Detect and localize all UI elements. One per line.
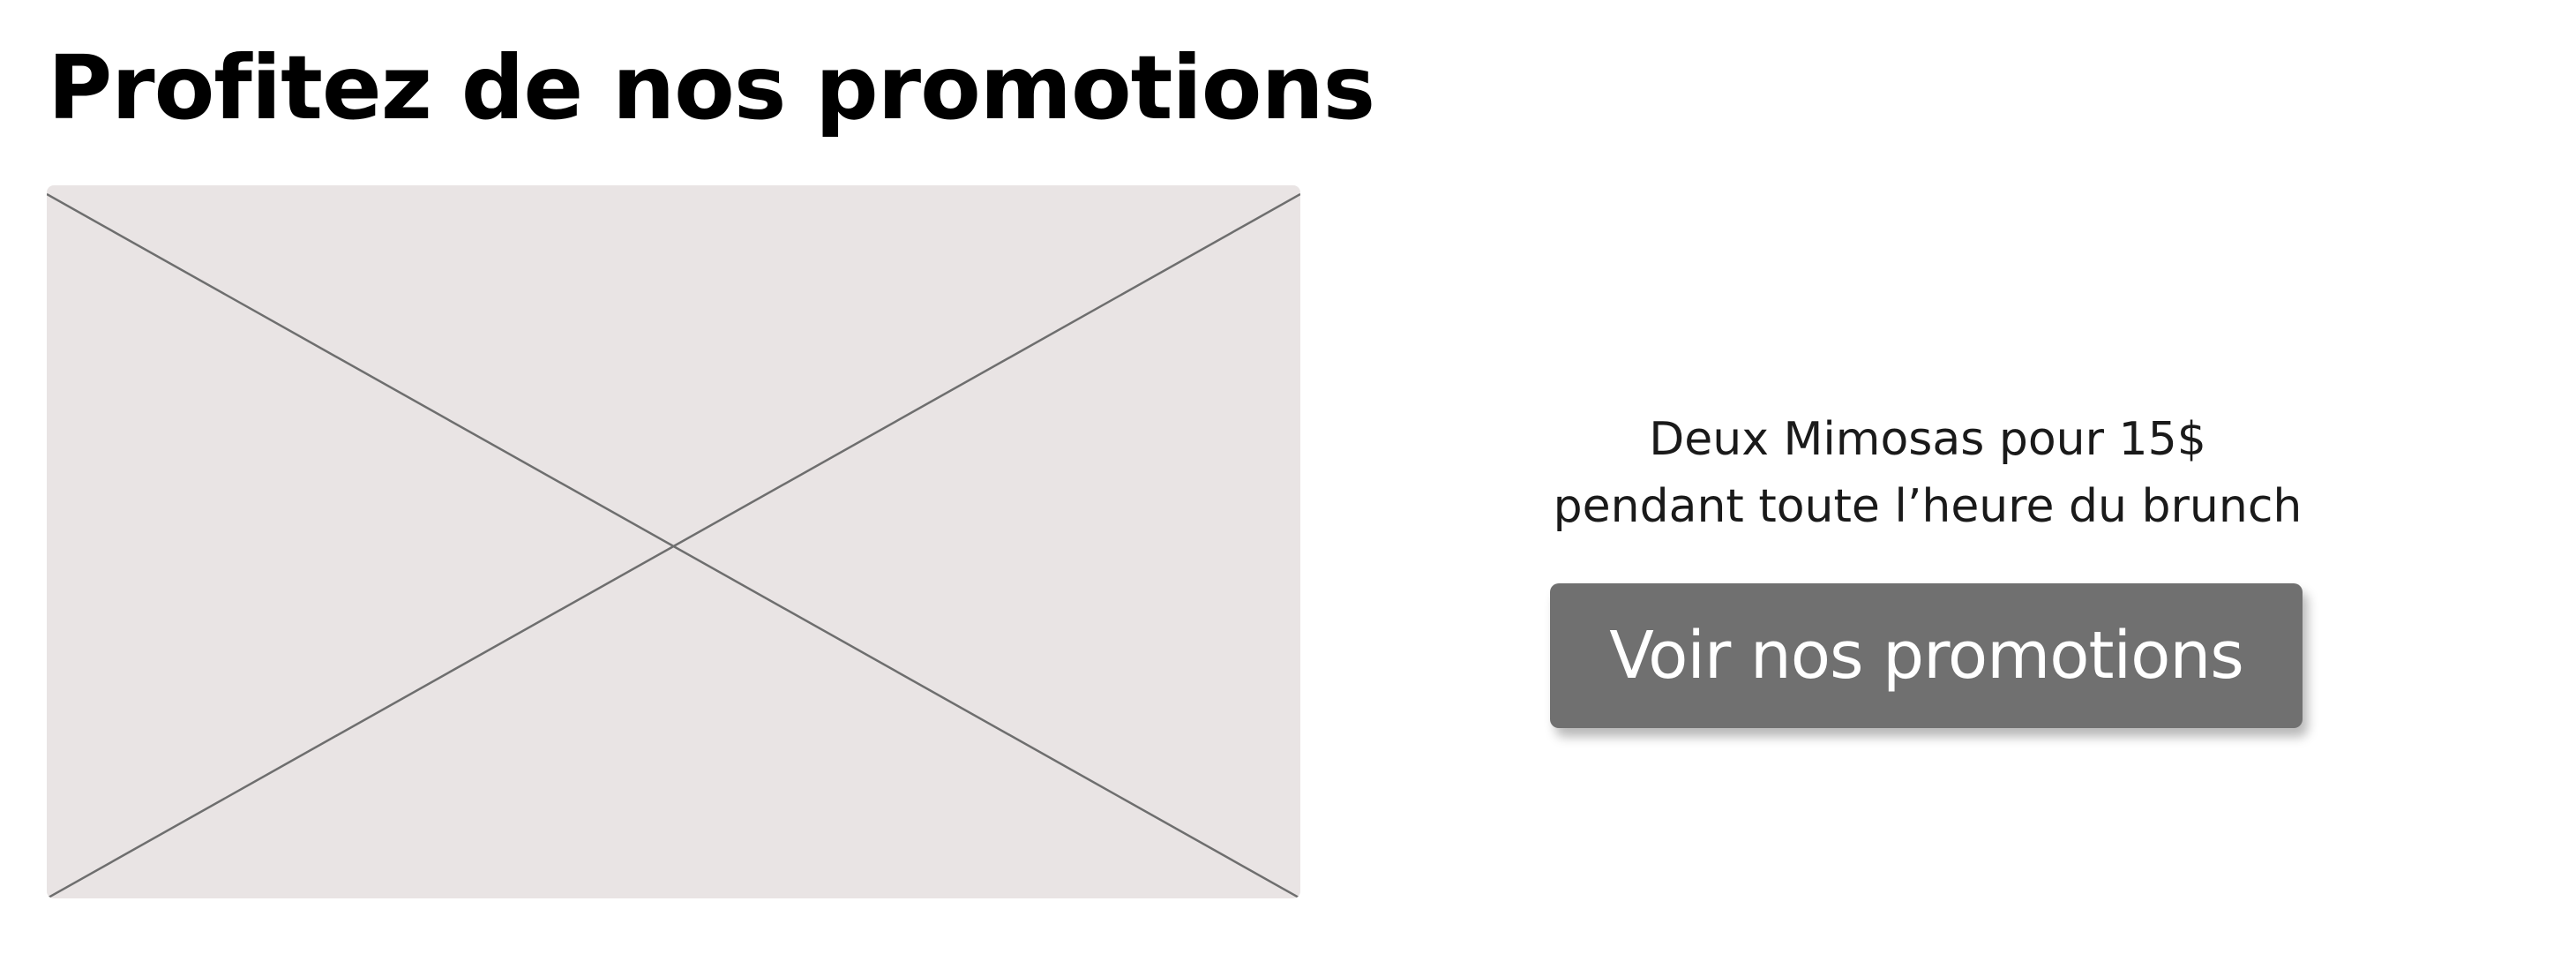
- page-title: Profitez de nos promotions: [48, 36, 1375, 139]
- image-placeholder-cross-icon: [47, 185, 1300, 898]
- promo-line-1: Deux Mimosas pour 15$: [1649, 413, 2206, 466]
- placeholder-background: [47, 185, 1300, 898]
- view-promotions-button[interactable]: Voir nos promotions: [1550, 583, 2303, 728]
- promo-image-placeholder: [47, 185, 1300, 898]
- promo-line-2: pendant toute l’heure du brunch: [1553, 480, 2303, 533]
- promo-description: Deux Mimosas pour 15$ pendant toute l’he…: [1500, 406, 2355, 540]
